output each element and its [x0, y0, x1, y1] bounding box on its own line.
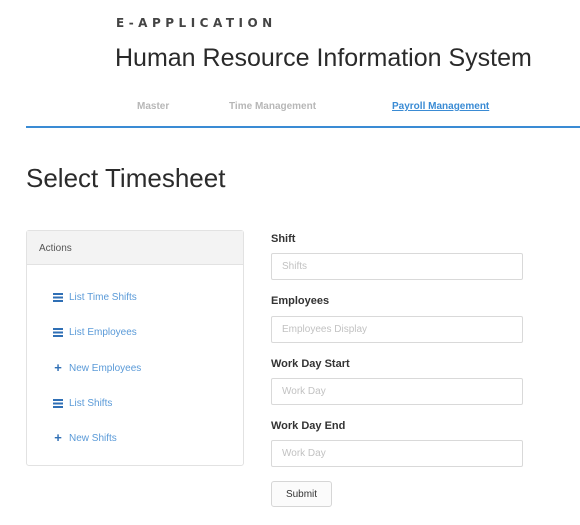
action-label: List Employees: [69, 326, 137, 338]
app-title: Human Resource Information System: [115, 44, 532, 72]
employees-label: Employees: [271, 295, 330, 307]
shift-input[interactable]: [271, 253, 523, 280]
action-label: New Shifts: [69, 432, 117, 444]
work-day-end-label: Work Day End: [271, 420, 346, 432]
top-nav: Master Time Management Payroll Managemen…: [0, 101, 580, 115]
action-list-employees[interactable]: List Employees: [53, 325, 137, 339]
submit-button[interactable]: Submit: [271, 481, 332, 507]
actions-panel-header: Actions: [27, 231, 243, 265]
nav-master[interactable]: Master: [137, 101, 169, 112]
work-day-end-input[interactable]: [271, 440, 523, 467]
action-label: New Employees: [69, 362, 142, 374]
list-icon: [53, 292, 63, 302]
action-new-employees[interactable]: + New Employees: [53, 361, 141, 375]
nav-payroll-management[interactable]: Payroll Management: [392, 101, 489, 112]
action-new-shifts[interactable]: + New Shifts: [53, 431, 117, 445]
work-day-start-input[interactable]: [271, 378, 523, 405]
page-title: Select Timesheet: [26, 163, 226, 193]
action-label: List Shifts: [69, 397, 113, 409]
employees-input[interactable]: [271, 316, 523, 343]
shift-label: Shift: [271, 233, 296, 245]
list-icon: [53, 327, 63, 337]
list-icon: [53, 398, 63, 408]
nav-time-management[interactable]: Time Management: [229, 101, 316, 112]
action-label: List Time Shifts: [69, 291, 137, 303]
plus-icon: +: [54, 360, 62, 375]
app-kicker: E-APPLICATION: [116, 16, 277, 30]
action-list-shifts[interactable]: List Shifts: [53, 396, 112, 410]
work-day-start-label: Work Day Start: [271, 358, 350, 370]
plus-icon: +: [54, 430, 62, 445]
actions-panel: Actions List Time Shifts List Employees …: [26, 230, 244, 466]
nav-divider: [26, 126, 580, 128]
action-list-time-shifts[interactable]: List Time Shifts: [53, 290, 137, 304]
